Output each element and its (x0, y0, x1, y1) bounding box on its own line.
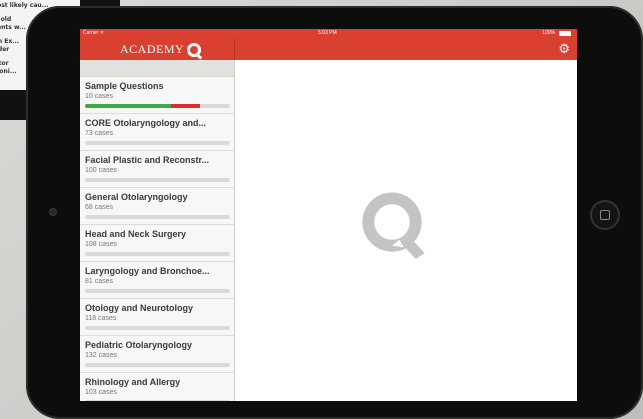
case-count: 10 cases (85, 93, 114, 100)
case-list-sidebar: Sample Questions 10 cases CORE Otolaryngol… (80, 60, 235, 401)
case-list-item[interactable]: Laryngology and Bronchoe... 81 cases (80, 262, 234, 299)
case-count: 118 cases (85, 315, 117, 322)
case-count: 103 cases (85, 389, 117, 396)
case-count: 132 cases (85, 352, 117, 359)
case-title: Sample Questions (85, 81, 164, 91)
case-list-item[interactable]: Sample Questions 10 cases (80, 77, 234, 114)
camera-icon (49, 208, 57, 216)
status-bar: Carrier ᯤ 5:03 PM 100% (80, 29, 577, 38)
case-list-item[interactable]: CORE Otolaryngology and... 73 cases (80, 114, 234, 151)
case-title: Rhinology and Allergy (85, 377, 181, 387)
status-time: 5:03 PM (318, 30, 337, 36)
case-title: Facial Plastic and Reconstr... (85, 155, 210, 165)
case-progress-bar (85, 363, 230, 367)
case-count: 108 cases (85, 241, 117, 248)
case-list-item[interactable]: General Otolaryngology 68 cases (80, 188, 234, 225)
home-button-icon (600, 210, 610, 220)
progress-correct-segment (85, 104, 171, 108)
case-title: CORE Otolaryngology and... (85, 118, 207, 128)
logo-q-icon (187, 42, 202, 57)
carrier-label: Carrier ᯤ (83, 30, 105, 36)
case-list: Sample Questions 10 cases CORE Otolaryngol… (80, 77, 234, 401)
home-button[interactable] (590, 200, 620, 230)
progress-wrong-segment (170, 104, 200, 108)
case-title: Pediatric Otolaryngology (85, 340, 193, 350)
tablet-screen: Carrier ᯤ 5:03 PM 100% ACADEMY ⚙ Sample … (80, 29, 577, 401)
case-count: 100 cases (85, 167, 117, 174)
case-list-item[interactable]: Pediatric Otolaryngology 132 cases (80, 336, 234, 373)
case-title: General Otolaryngology (85, 192, 188, 202)
detail-pane (235, 60, 577, 401)
case-progress-bar (85, 289, 230, 293)
header-divider (234, 38, 235, 60)
academy-q-logo: ACADEMY (120, 42, 202, 57)
case-progress-bar (85, 178, 230, 182)
case-count: 73 cases (85, 130, 114, 137)
case-title: Otology and Neurotology (85, 303, 193, 313)
gear-icon[interactable]: ⚙ (558, 42, 570, 55)
app-header: ACADEMY ⚙ (80, 38, 577, 60)
case-title: Head and Neck Surgery (85, 229, 187, 239)
case-progress-bar (85, 141, 230, 145)
battery-icon (559, 31, 571, 36)
academy-q-watermark-icon (362, 192, 425, 260)
case-count: 81 cases (85, 278, 114, 285)
case-list-item[interactable]: Facial Plastic and Reconstr... 100 cases (80, 151, 234, 188)
case-progress-bar (85, 326, 230, 330)
case-list-item[interactable]: Rhinology and Allergy 103 cases (80, 373, 234, 401)
logo-text: ACADEMY (120, 42, 185, 56)
list-search-bar[interactable] (80, 60, 234, 77)
case-progress-bar (85, 400, 230, 401)
case-title: Laryngology and Bronchoe... (85, 266, 210, 276)
case-progress-bar (85, 104, 230, 108)
case-progress-bar (85, 215, 230, 219)
case-list-item[interactable]: Head and Neck Surgery 108 cases (80, 225, 234, 262)
case-list-item[interactable]: Otology and Neurotology 118 cases (80, 299, 234, 336)
case-progress-bar (85, 252, 230, 256)
battery-percent: 100% (542, 30, 555, 36)
case-count: 68 cases (85, 204, 114, 211)
